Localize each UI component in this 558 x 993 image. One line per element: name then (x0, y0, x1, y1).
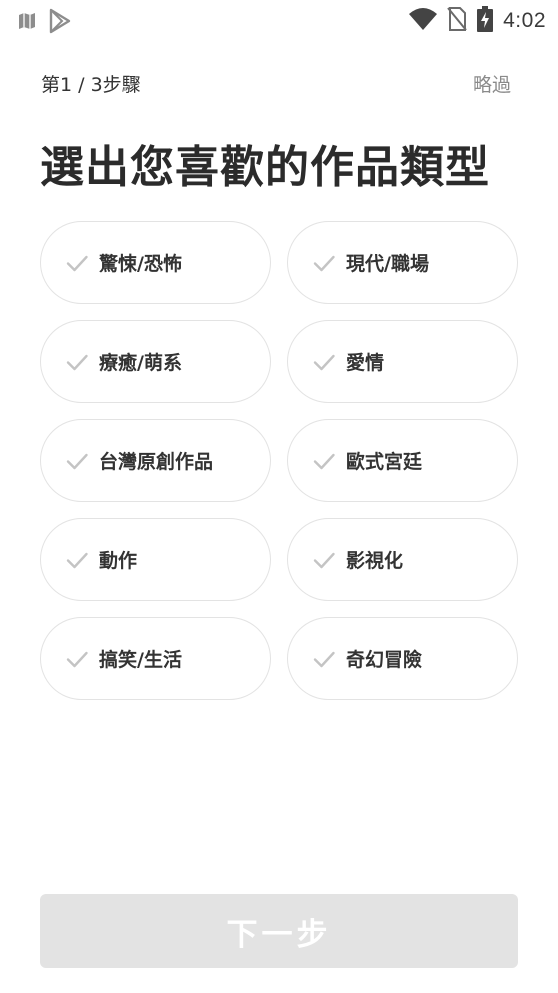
check-icon (65, 647, 89, 671)
genre-chip-romance[interactable]: 愛情 (287, 320, 518, 403)
skip-button[interactable]: 略過 (473, 70, 511, 97)
genre-label: 搞笑/生活 (99, 649, 182, 671)
genre-chip-action[interactable]: 動作 (40, 518, 271, 601)
genre-chip-thriller-horror[interactable]: 驚悚/恐怖 (40, 221, 271, 304)
check-icon (312, 350, 336, 374)
check-icon (65, 548, 89, 572)
check-icon (65, 449, 89, 473)
genre-chip-taiwan-original[interactable]: 台灣原創作品 (40, 419, 271, 502)
step-indicator: 第1 / 3步驟 (41, 74, 141, 96)
genre-grid: 驚悚/恐怖 現代/職場 療癒/萌系 愛情 台灣原創作品 歐式宮廷 動作 影視化 … (40, 221, 518, 700)
check-icon (65, 251, 89, 275)
genre-label: 歐式宮廷 (346, 451, 423, 473)
genre-chip-comedy-life[interactable]: 搞笑/生活 (40, 617, 271, 700)
battery-charging-icon (477, 6, 494, 36)
genre-chip-film-adaptation[interactable]: 影視化 (287, 518, 518, 601)
status-time: 4:02 (503, 9, 546, 32)
genre-label: 影視化 (346, 550, 404, 572)
check-icon (312, 251, 336, 275)
genre-label: 奇幻冒險 (346, 649, 423, 671)
genre-chip-healing-cute[interactable]: 療癒/萌系 (40, 320, 271, 403)
no-sim-icon (447, 7, 467, 35)
genre-label: 現代/職場 (346, 253, 429, 275)
wifi-icon (409, 8, 438, 34)
play-store-icon (48, 8, 72, 38)
genre-chip-modern-workplace[interactable]: 現代/職場 (287, 221, 518, 304)
genre-label: 動作 (99, 550, 138, 572)
genre-chip-fantasy-adventure[interactable]: 奇幻冒險 (287, 617, 518, 700)
genre-label: 驚悚/恐怖 (99, 253, 182, 275)
map-icon (18, 12, 36, 34)
status-bar-right: 4:02 (409, 6, 546, 36)
status-bar-left (18, 8, 72, 38)
check-icon (65, 350, 89, 374)
page-title: 選出您喜歡的作品類型 (40, 142, 490, 193)
check-icon (312, 647, 336, 671)
genre-label: 台灣原創作品 (99, 451, 214, 473)
check-icon (312, 449, 336, 473)
genre-chip-european-court[interactable]: 歐式宮廷 (287, 419, 518, 502)
genre-label: 療癒/萌系 (99, 352, 182, 374)
status-bar: 4:02 (0, 0, 558, 40)
next-button[interactable]: 下一步 (40, 894, 518, 968)
check-icon (312, 548, 336, 572)
genre-label: 愛情 (346, 352, 385, 374)
